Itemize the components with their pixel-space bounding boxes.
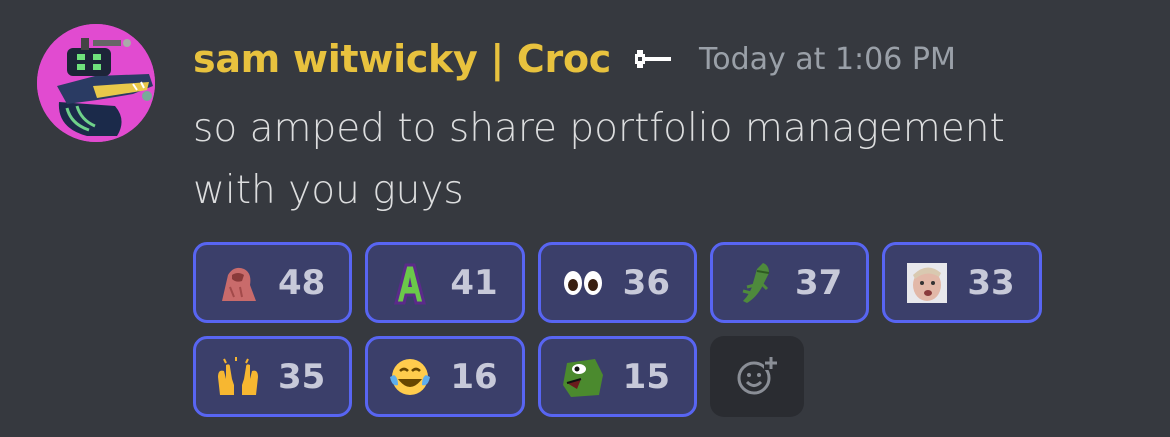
crocodile-avatar-icon — [37, 24, 155, 142]
reaction-letter-a[interactable]: 41 — [365, 242, 525, 323]
crocodile-emoji — [733, 261, 777, 305]
reaction-count: 37 — [794, 262, 843, 303]
joy-emoji — [388, 355, 432, 399]
pink-blob-emoji — [216, 261, 260, 305]
reaction-raised-hands[interactable]: 35 — [193, 336, 353, 417]
reactions-bar: 48 41 36 37 33 35 16 15 — [193, 242, 1093, 430]
avatar[interactable] — [37, 24, 155, 142]
mod-badge-icon — [633, 46, 673, 72]
reaction-count: 15 — [622, 356, 670, 397]
reaction-count: 41 — [450, 262, 498, 303]
add-reaction-icon — [737, 355, 778, 394]
add-reaction-button[interactable] — [709, 336, 804, 417]
reaction-count: 48 — [278, 262, 326, 303]
eyes-emoji — [561, 261, 605, 305]
reaction-row: 48 41 36 37 33 — [193, 242, 1093, 323]
reaction-count: 35 — [278, 356, 326, 397]
message-header: sam witwicky | Croc Today at 1:06 PM — [193, 34, 956, 84]
reaction-count: 16 — [450, 356, 498, 397]
reaction-row: 35 16 15 — [193, 336, 1093, 417]
username[interactable]: sam witwicky | Croc — [193, 37, 611, 81]
green-letter-a-emoji — [388, 261, 432, 305]
reaction-count: 33 — [967, 262, 1015, 303]
reaction-eyes[interactable]: 36 — [537, 242, 697, 323]
reaction-joy[interactable]: 16 — [365, 336, 525, 417]
reaction-face[interactable]: 33 — [882, 242, 1042, 323]
face-meme-emoji — [905, 261, 949, 305]
raised-hands-emoji — [216, 355, 260, 399]
reaction-crocodile[interactable]: 37 — [709, 242, 870, 323]
reaction-count: 36 — [622, 262, 670, 303]
message-content: so amped to share portfolio management w… — [193, 106, 1005, 213]
reaction-pink-blob[interactable]: 48 — [193, 242, 353, 323]
timestamp[interactable]: Today at 1:06 PM — [699, 42, 956, 77]
reaction-pepe[interactable]: 15 — [537, 336, 697, 417]
chat-message: sam witwicky | Croc Today at 1:06 PM so … — [0, 0, 1170, 437]
pepe-frog-emoji — [561, 355, 605, 399]
